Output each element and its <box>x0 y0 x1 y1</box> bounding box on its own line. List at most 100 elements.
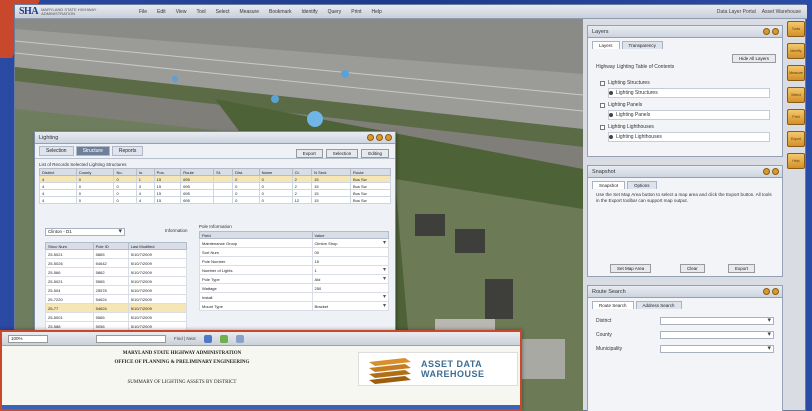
menu-item-tool[interactable]: Tool <box>196 9 205 15</box>
close-icon[interactable] <box>772 288 779 295</box>
results-column-header[interactable]: Dist. <box>232 168 260 176</box>
export-icon[interactable] <box>203 334 212 343</box>
attribute-dropdown[interactable]: Ald <box>315 277 321 282</box>
table-row[interactable]: 4 0 0 1 15 695 0 0 2 15 Bus Sw <box>39 175 391 183</box>
district-select[interactable] <box>660 316 774 325</box>
layer-checkbox[interactable] <box>600 80 605 86</box>
list-item[interactable]: 25-5001 5565 5/10/7/2009 <box>45 312 188 322</box>
find-input[interactable] <box>96 334 166 343</box>
results-column-header[interactable]: Ct. <box>291 168 313 176</box>
list-item[interactable]: 25-5021 5565 5/10/7/2009 <box>45 276 188 286</box>
print-icon[interactable] <box>235 334 244 343</box>
minimize-icon[interactable] <box>763 28 770 35</box>
table-row[interactable]: 4 0 0 4 15 695 0 0 2 15 Bus Sw <box>39 189 391 197</box>
toolbar-button-select[interactable]: Select <box>787 87 805 103</box>
export-action-button[interactable]: Export <box>295 149 323 158</box>
minimize-icon[interactable] <box>376 134 383 141</box>
attribute-value[interactable]: Ald <box>311 274 390 284</box>
tab-address-search[interactable]: Address Search <box>635 301 682 309</box>
results-column-header[interactable]: District <box>39 168 77 176</box>
help-icon[interactable] <box>367 134 374 141</box>
results-column-header[interactable]: No. <box>113 168 137 176</box>
attribute-input[interactable]: 00 <box>315 250 319 255</box>
layer-group[interactable]: Lighting Lighthouses <box>600 122 770 132</box>
table-row[interactable]: 4 0 0 3 15 695 0 0 2 15 Bus Sw <box>39 182 391 190</box>
results-column-header[interactable]: Pos. <box>153 168 182 176</box>
district-dropdown[interactable]: Clinton - D1 <box>45 227 125 236</box>
toolbar-button-measure[interactable]: Measure <box>787 65 805 81</box>
menu-item-edit[interactable]: Edit <box>157 9 166 15</box>
information-link[interactable]: Information <box>165 228 188 233</box>
toolbar-button-help[interactable]: Help <box>787 153 805 169</box>
toolbar-button-print[interactable]: Print <box>787 109 805 125</box>
topbar-link-warehouse[interactable]: Asset Warehouse <box>762 9 801 15</box>
tab-snapshot[interactable]: Snapshot <box>592 181 626 189</box>
tab-layers[interactable]: Layers <box>592 41 620 49</box>
tab-reports[interactable]: Reports <box>111 146 144 156</box>
county-select[interactable] <box>660 330 774 339</box>
attribute-input[interactable]: 15 <box>315 259 319 264</box>
editing-action-button[interactable]: Editing <box>361 149 389 158</box>
list-item[interactable]: 25-5026 54642 5/10/7/2009 <box>45 258 188 268</box>
list-item[interactable]: 25-77 54624 5/10/7/2009 <box>45 303 188 313</box>
minimize-icon[interactable] <box>763 288 770 295</box>
list-item[interactable]: 25-566 5862 5/10/7/2009 <box>45 267 188 277</box>
tab-transparency[interactable]: Transparency <box>621 41 663 49</box>
topbar-link-portal[interactable]: Data Layer Portal <box>717 9 756 15</box>
attribute-value[interactable] <box>311 292 390 302</box>
list-item[interactable]: 25-504 25578 5/10/7/2009 <box>45 285 188 295</box>
menu-item-identify[interactable]: Identify <box>302 9 318 15</box>
list-item[interactable]: 25-5021 5865 5/10/7/2009 <box>45 249 188 259</box>
menu-item-measure[interactable]: Measure <box>240 9 259 15</box>
menu-item-print[interactable]: Print <box>351 9 361 15</box>
menu-item-help[interactable]: Help <box>372 9 382 15</box>
export-button[interactable]: Export <box>728 264 756 273</box>
menu-item-query[interactable]: Query <box>328 9 342 15</box>
attribute-value[interactable]: Bracket <box>311 301 390 311</box>
clear-button[interactable]: Clear <box>680 264 705 273</box>
toolbar-button-identify[interactable]: Identify <box>787 43 805 59</box>
close-icon[interactable] <box>385 134 392 141</box>
layer-checkbox[interactable] <box>600 102 605 108</box>
menu-item-select[interactable]: Select <box>216 9 230 15</box>
attribute-value[interactable]: Clinton Shop <box>311 238 390 248</box>
layer-item[interactable]: Lighting Panels <box>608 110 770 120</box>
attribute-value[interactable]: 15 <box>311 256 390 266</box>
attribute-value[interactable]: 00 <box>311 247 390 257</box>
results-column-header[interactable]: St. <box>213 168 234 176</box>
table-row[interactable]: 4 0 0 4 15 695 0 0 12 15 Bus Sw <box>39 196 391 204</box>
tab-structure[interactable]: Structure <box>75 146 110 156</box>
toolbar-button-export[interactable]: Export <box>787 131 805 147</box>
close-icon[interactable] <box>772 28 779 35</box>
set-map-area-button[interactable]: Set Map Area <box>610 264 652 273</box>
municipality-select[interactable] <box>660 344 774 353</box>
id-column-header[interactable]: Last Modified <box>127 242 188 250</box>
attribute-input[interactable]: 250 <box>315 286 322 291</box>
id-column-header[interactable]: Struc Num <box>45 242 94 250</box>
attribute-dropdown[interactable]: 1 <box>315 268 317 273</box>
find-next-link[interactable]: Find | Next <box>174 336 196 341</box>
toolbar-button-tools[interactable]: Tools <box>787 21 805 37</box>
menu-item-file[interactable]: File <box>139 9 147 15</box>
id-column-header[interactable]: Pole ID <box>92 242 129 250</box>
tab-selection[interactable]: Selection <box>39 146 74 156</box>
menu-item-view[interactable]: View <box>176 9 187 15</box>
minimize-icon[interactable] <box>763 168 770 175</box>
results-column-header[interactable]: Route <box>350 168 391 176</box>
selection-action-button[interactable]: Selection <box>325 149 359 158</box>
results-column-header[interactable]: In. <box>135 168 155 176</box>
attribute-dropdown[interactable]: Bracket <box>315 304 329 309</box>
attribute-value[interactable]: 250 <box>311 283 390 293</box>
close-icon[interactable] <box>772 168 779 175</box>
hide-all-layers-button[interactable]: Hide All Layers <box>731 54 776 63</box>
refresh-icon[interactable] <box>219 334 228 343</box>
menu-item-bookmark[interactable]: Bookmark <box>269 9 292 15</box>
results-column-header[interactable]: Route <box>180 168 215 176</box>
layer-group[interactable]: Lighting Structures <box>600 78 770 88</box>
zoom-select[interactable]: 100% <box>8 334 48 343</box>
tab-options[interactable]: Options <box>627 181 657 189</box>
results-column-header[interactable]: County <box>75 168 115 176</box>
layer-item[interactable]: Lighting Structures <box>608 88 770 98</box>
layer-group[interactable]: Lighting Panels <box>600 100 770 110</box>
layer-checkbox[interactable] <box>600 124 605 130</box>
